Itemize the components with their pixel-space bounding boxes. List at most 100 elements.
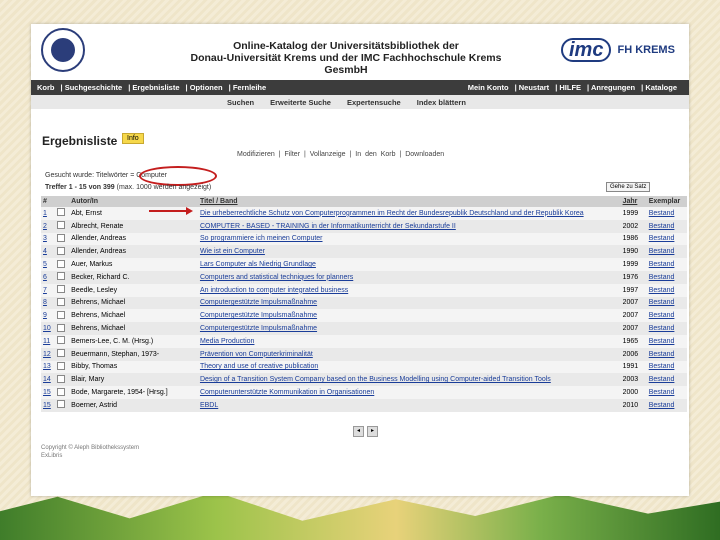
row-number[interactable]: 6 <box>41 270 56 284</box>
row-checkbox[interactable] <box>55 258 70 271</box>
row-number[interactable]: 1 <box>41 207 56 220</box>
col-author[interactable]: Autor/In <box>69 196 198 207</box>
row-checkbox[interactable] <box>55 309 70 323</box>
row-title-link[interactable]: Design of a Transition System Company ba… <box>197 373 621 387</box>
pager-prev-button[interactable]: ◂ <box>353 426 364 437</box>
row-number[interactable]: 7 <box>41 283 56 297</box>
checkbox[interactable] <box>57 272 66 281</box>
checkbox[interactable] <box>57 400 66 409</box>
row-title-link[interactable]: Wie ist ein Computer <box>197 245 621 259</box>
row-exemplar-link[interactable]: Bestand <box>646 334 687 348</box>
row-title-link[interactable]: COMPUTER - BASED - TRAINING in der Infor… <box>197 219 621 233</box>
row-number[interactable]: 11 <box>41 334 56 348</box>
row-title-link[interactable]: Lars Computer als Niedrig Grundlage <box>197 258 621 271</box>
checkbox[interactable] <box>57 297 66 306</box>
row-author: Bode, Margarete, 1954- [Hrsg.] <box>69 386 198 399</box>
row-title-link[interactable]: EBDL <box>197 398 621 412</box>
row-title-link[interactable]: Computerunterstützte Kommunikation in Or… <box>197 386 621 399</box>
checkbox[interactable] <box>57 361 66 370</box>
action-modifizieren[interactable]: Modifizieren <box>237 151 275 158</box>
row-title-link[interactable]: Theory and use of creative publication <box>197 360 621 374</box>
row-exemplar-link[interactable]: Bestand <box>646 398 687 412</box>
row-exemplar-link[interactable]: Bestand <box>646 386 687 399</box>
checkbox[interactable] <box>57 285 66 294</box>
row-exemplar-link[interactable]: Bestand <box>646 360 687 374</box>
row-title-link[interactable]: Prävention von Computerkriminalität <box>197 347 621 361</box>
goto-record-button[interactable]: Gehe zu Satz <box>606 182 651 192</box>
row-number[interactable]: 2 <box>41 219 56 233</box>
row-exemplar-link[interactable]: Bestand <box>646 270 687 284</box>
col-title[interactable]: Titel / Band <box>197 196 621 207</box>
row-number[interactable]: 9 <box>41 309 56 323</box>
row-checkbox[interactable] <box>55 207 70 220</box>
row-number[interactable]: 12 <box>41 347 56 361</box>
row-number[interactable]: 10 <box>41 322 56 335</box>
row-exemplar-link[interactable]: Bestand <box>646 258 687 271</box>
checkbox[interactable] <box>57 336 66 345</box>
row-exemplar-link[interactable]: Bestand <box>646 309 687 323</box>
row-title-link[interactable]: Media Production <box>197 334 621 348</box>
row-title-link[interactable]: Die urheberrechtliche Schutz von Compute… <box>197 207 621 220</box>
row-number[interactable]: 14 <box>41 373 56 387</box>
row-exemplar-link[interactable]: Bestand <box>646 207 687 220</box>
checkbox[interactable] <box>57 374 66 383</box>
row-title-link[interactable]: Computers and statistical techniques for… <box>197 270 621 284</box>
row-exemplar-link[interactable]: Bestand <box>646 373 687 387</box>
checkbox[interactable] <box>57 349 66 358</box>
checkbox[interactable] <box>57 233 66 242</box>
row-exemplar-link[interactable]: Bestand <box>646 347 687 361</box>
info-button[interactable]: Info <box>122 133 144 144</box>
row-checkbox[interactable] <box>55 398 70 412</box>
row-checkbox[interactable] <box>55 270 70 284</box>
checkbox[interactable] <box>57 208 66 217</box>
row-number[interactable]: 15 <box>41 398 56 412</box>
checkbox[interactable] <box>57 310 66 319</box>
action-vollanzeige[interactable]: Vollanzeige <box>310 151 346 158</box>
row-number[interactable]: 5 <box>41 258 56 271</box>
row-year: 1965 <box>620 334 647 348</box>
col-select <box>55 196 70 207</box>
checkbox[interactable] <box>57 259 66 268</box>
checkbox[interactable] <box>57 387 66 396</box>
checkbox[interactable] <box>57 246 66 255</box>
col-year[interactable]: Jahr <box>620 196 647 207</box>
row-exemplar-link[interactable]: Bestand <box>646 219 687 233</box>
row-title-link[interactable]: Computergestützte Impulsmaßnahme <box>197 309 621 323</box>
row-year: 1991 <box>620 360 647 374</box>
row-exemplar-link[interactable]: Bestand <box>646 283 687 297</box>
row-title-link[interactable]: Computergestützte Impulsmaßnahme <box>197 296 621 310</box>
row-checkbox[interactable] <box>55 347 70 361</box>
row-checkbox[interactable] <box>55 283 70 297</box>
row-checkbox[interactable] <box>55 219 70 233</box>
table-row: 6 Becker, Richard C. Computers and statist… <box>41 270 687 284</box>
action-in-den-korb[interactable]: In den Korb <box>355 151 395 158</box>
row-title-link[interactable]: Computergestützte Impulsmaßnahme <box>197 322 621 335</box>
row-number[interactable]: 13 <box>41 360 56 374</box>
action-downloaden[interactable]: Downloaden <box>405 151 444 158</box>
row-number[interactable]: 15 <box>41 386 56 399</box>
row-exemplar-link[interactable]: Bestand <box>646 232 687 246</box>
row-checkbox[interactable] <box>55 360 70 374</box>
checkbox[interactable] <box>57 221 66 230</box>
pager-next-button[interactable]: ▸ <box>367 426 378 437</box>
row-checkbox[interactable] <box>55 245 70 259</box>
row-checkbox[interactable] <box>55 373 70 387</box>
row-checkbox[interactable] <box>55 334 70 348</box>
footer: Copyright © Aleph Bibliothekssystem ExLi… <box>41 444 139 460</box>
row-exemplar-link[interactable]: Bestand <box>646 296 687 310</box>
row-exemplar-link[interactable]: Bestand <box>646 322 687 335</box>
row-number[interactable]: 4 <box>41 245 56 259</box>
row-checkbox[interactable] <box>55 386 70 399</box>
row-number[interactable]: 3 <box>41 232 56 246</box>
row-exemplar-link[interactable]: Bestand <box>646 245 687 259</box>
row-title-link[interactable]: So programmiere ich meinen Computer <box>197 232 621 246</box>
checkbox[interactable] <box>57 323 66 332</box>
row-year: 1976 <box>620 270 647 284</box>
action-filter[interactable]: Filter <box>284 151 300 158</box>
row-checkbox[interactable] <box>55 232 70 246</box>
table-row: 15 Boerner, Astrid EBDL 2010 Bestand <box>41 398 687 412</box>
row-title-link[interactable]: An introduction to computer integrated b… <box>197 283 621 297</box>
row-checkbox[interactable] <box>55 322 70 335</box>
row-checkbox[interactable] <box>55 296 70 310</box>
row-number[interactable]: 8 <box>41 296 56 310</box>
